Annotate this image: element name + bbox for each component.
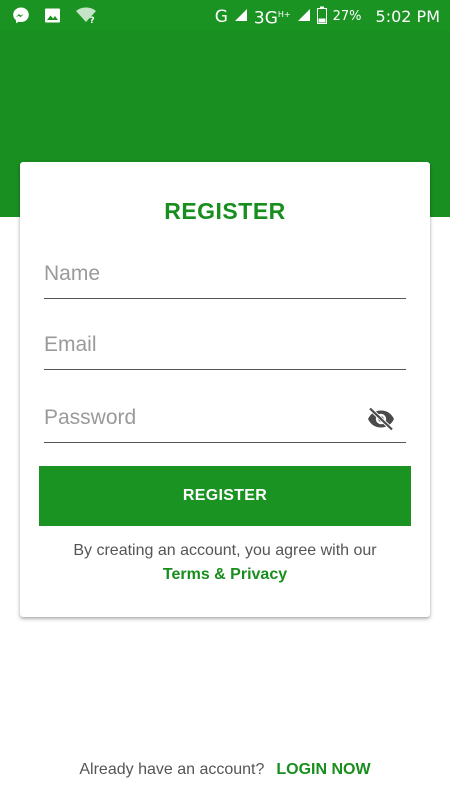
battery-percent: 27% <box>332 8 362 24</box>
status-bar: ? G 3GH+ 27% 5:02 PM <box>0 0 450 30</box>
register-button[interactable]: REGISTER <box>39 466 411 526</box>
signal-icon <box>234 7 248 26</box>
network-3g-suffix: H+ <box>277 10 291 19</box>
login-prompt: Already have an account? LOGIN NOW <box>0 761 450 779</box>
name-field[interactable] <box>44 258 406 299</box>
login-prompt-text: Already have an account? <box>79 761 265 778</box>
network-3g-text: 3G <box>253 8 278 29</box>
password-input[interactable] <box>44 406 344 430</box>
network-g-label: G <box>214 6 228 27</box>
svg-text:?: ? <box>90 16 95 24</box>
messenger-icon <box>12 6 30 28</box>
clock: 5:02 PM <box>375 6 440 26</box>
status-left-icons: ? <box>12 6 97 28</box>
terms-privacy-link[interactable]: Terms & Privacy <box>20 566 430 584</box>
battery-icon <box>316 6 327 28</box>
login-now-link[interactable]: LOGIN NOW <box>276 761 370 778</box>
wifi-unknown-icon: ? <box>75 6 97 28</box>
status-right-icons: G 3GH+ 27% 5:02 PM <box>215 4 440 30</box>
image-icon <box>44 7 61 28</box>
email-input[interactable] <box>44 333 344 357</box>
register-card: REGISTER REGISTER By creating an account… <box>20 162 430 617</box>
email-field[interactable] <box>44 329 406 370</box>
terms-notice: By creating an account, you agree with o… <box>73 542 377 559</box>
register-title: REGISTER <box>164 198 286 224</box>
signal-icon <box>297 7 311 26</box>
network-3g-label: 3GH+ <box>254 4 291 30</box>
password-field[interactable] <box>44 402 406 443</box>
name-input[interactable] <box>44 262 344 286</box>
eye-off-icon[interactable] <box>366 407 396 431</box>
